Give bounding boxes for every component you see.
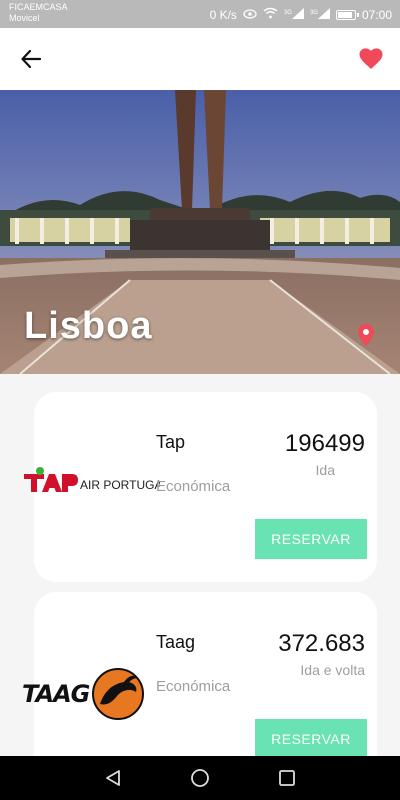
trip-type: Ida e volta [300, 662, 365, 678]
offers-list[interactable]: AIR PORTUGAL Tap Económica 196499 Ida RE… [0, 374, 400, 756]
destination-hero-image: Lisboa [0, 90, 400, 374]
taag-logo-text: TAAG [22, 680, 90, 708]
signal-icon-1: 3G [283, 7, 304, 22]
price: 196499 [284, 430, 365, 457]
clock: 07:00 [361, 7, 392, 22]
system-nav-bar [0, 756, 400, 800]
map-pin-icon [358, 324, 374, 346]
fare-class: Económica [156, 678, 231, 695]
circle-home-icon [191, 769, 209, 787]
taag-logo-icon: TAAG [20, 662, 150, 722]
fare-class: Económica [156, 478, 231, 495]
tap-logo-icon: AIR PORTUGAL [20, 462, 169, 522]
app-bar [0, 28, 400, 90]
carrier-info: FICAEMCASA Movicel [9, 2, 68, 24]
status-bar: FICAEMCASA Movicel 0 K/s 3G 3G 07:00 [0, 0, 400, 28]
reserve-button[interactable]: RESERVAR [255, 519, 367, 559]
nav-recents-button[interactable] [272, 763, 302, 793]
arrow-back-icon [21, 50, 41, 68]
tap-logo-text: AIR PORTUGAL [80, 478, 160, 492]
offer-card: TAAG Taag Económica 372.683 Ida e volta … [22, 592, 377, 756]
triangle-back-icon [106, 770, 121, 786]
airline-name: Taag [156, 632, 196, 652]
nav-back-button[interactable] [98, 763, 128, 793]
wifi-icon [263, 7, 278, 22]
back-button[interactable] [16, 44, 46, 74]
reserve-button[interactable]: RESERVAR [255, 719, 367, 756]
favorite-button[interactable] [356, 44, 386, 74]
signal-2-label: 3G [309, 9, 318, 16]
carrier-line-1: FICAEMCASA [9, 2, 68, 12]
destination-title: Lisboa [24, 305, 153, 347]
trip-type: Ida [315, 462, 335, 478]
signal-1-label: 3G [283, 9, 292, 16]
offer-card: AIR PORTUGAL Tap Económica 196499 Ida RE… [24, 392, 377, 582]
signal-icon-2: 3G [309, 7, 330, 22]
location-button[interactable] [358, 324, 374, 350]
airline-name: Tap [156, 432, 186, 452]
price: 372.683 [278, 630, 365, 657]
network-speed: 0 K/s [209, 7, 237, 22]
battery-icon [335, 9, 359, 20]
eye-icon [243, 8, 257, 22]
carrier-line-2: Movicel [9, 13, 40, 23]
square-recents-icon [278, 770, 295, 786]
status-icons: 0 K/s 3G 3G 07:00 [210, 7, 392, 22]
battery-level [337, 11, 353, 18]
heart-icon [359, 48, 383, 69]
nav-home-button[interactable] [185, 763, 215, 793]
